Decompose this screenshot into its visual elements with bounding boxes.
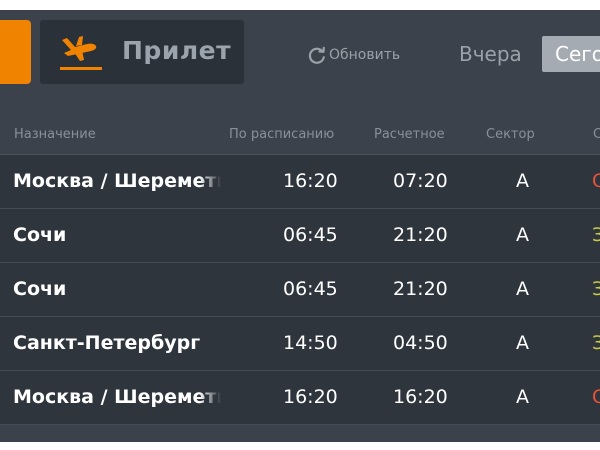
refresh-icon (308, 46, 325, 64)
flight-destination: Сочи (13, 263, 221, 316)
table-row[interactable]: Сочи 06:45 21:20 A З (0, 263, 600, 317)
arrivals-label: Прилет (122, 36, 232, 65)
flight-sector: A (516, 278, 529, 300)
col-sector[interactable]: Сектор (486, 127, 535, 142)
flight-status: З (592, 224, 600, 246)
flight-status: С (592, 386, 600, 408)
tab-today[interactable]: Сего (542, 36, 600, 72)
flight-estimated-time: 16:20 (393, 386, 448, 408)
flight-scheduled-time: 14:50 (283, 332, 338, 354)
flight-sector: A (516, 170, 529, 192)
flight-destination: Сочи (13, 209, 221, 262)
flight-scheduled-time: 06:45 (283, 224, 338, 246)
flight-estimated-time: 07:20 (393, 170, 448, 192)
flight-destination: Москва / Шереметьево (13, 155, 221, 208)
flight-scheduled-time: 06:45 (283, 278, 338, 300)
flight-scheduled-time: 16:20 (283, 170, 338, 192)
flight-status: С (592, 170, 600, 192)
col-scheduled[interactable]: По расписанию (229, 127, 334, 142)
col-estimated[interactable]: Расчетное (374, 127, 445, 142)
flight-board: Прилет Обновить Вчера Сего Назначение По… (0, 10, 600, 442)
flight-status: З (592, 332, 600, 354)
departures-tab[interactable] (0, 20, 31, 84)
flight-estimated-time: 04:50 (393, 332, 448, 354)
refresh-button[interactable]: Обновить (307, 44, 400, 66)
flight-sector: A (516, 224, 529, 246)
flight-sector: A (516, 332, 529, 354)
table-header: Назначение По расписанию Расчетное Секто… (0, 110, 600, 155)
table-row[interactable]: Санкт-Петербург 14:50 04:50 A З (0, 317, 600, 371)
table-row[interactable]: Москва / Шереметьево 16:20 16:20 A С (0, 371, 600, 425)
flight-estimated-time: 21:20 (393, 224, 448, 246)
arrivals-tab[interactable]: Прилет (40, 20, 244, 84)
table-row[interactable]: Сочи 06:45 21:20 A З (0, 209, 600, 263)
flights-table: Москва / Шереметьево 16:20 07:20 A С Соч… (0, 155, 600, 425)
table-row[interactable]: Москва / Шереметьево 16:20 07:20 A С (0, 155, 600, 209)
refresh-label: Обновить (329, 47, 401, 63)
col-status[interactable]: С (593, 127, 600, 142)
flight-status: З (592, 278, 600, 300)
tab-yesterday[interactable]: Вчера (459, 36, 522, 72)
flight-scheduled-time: 16:20 (283, 386, 338, 408)
flight-estimated-time: 21:20 (393, 278, 448, 300)
plane-landing-icon (60, 36, 102, 70)
flight-destination: Санкт-Петербург (13, 317, 221, 370)
col-destination[interactable]: Назначение (14, 127, 96, 142)
flight-destination: Москва / Шереметьево (13, 371, 221, 424)
flight-sector: A (516, 386, 529, 408)
board-toolbar: Прилет Обновить Вчера Сего (0, 10, 600, 110)
